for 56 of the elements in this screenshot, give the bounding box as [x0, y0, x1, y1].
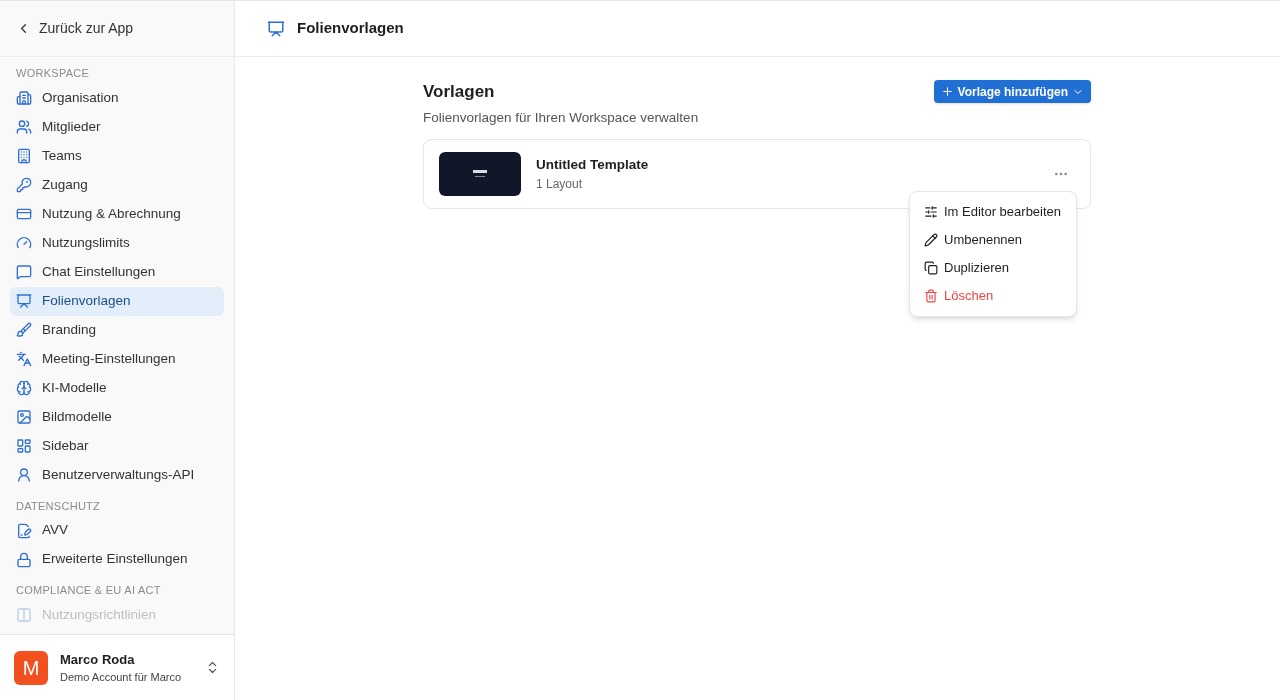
- template-meta: 1 Layout: [536, 175, 584, 193]
- presentation-icon: [16, 293, 32, 309]
- section-subtitle: Folienvorlagen für Ihren Workspace verwalten: [423, 108, 699, 127]
- nav-item[interactable]: KI-Modelle: [10, 373, 224, 403]
- nav-item[interactable]: Erweiterte Einstellungen: [10, 545, 224, 574]
- nav-item[interactable]: Meeting-Einstellungen: [10, 344, 224, 374]
- nav-item[interactable]: Bildmodelle: [10, 402, 224, 432]
- building-icon: [16, 148, 32, 164]
- plus-icon: [940, 85, 954, 98]
- brush-icon: [16, 322, 32, 338]
- card-icon: [16, 206, 32, 222]
- layout-icon: [16, 438, 32, 454]
- key-icon: [16, 177, 32, 193]
- template-name: Untitled Template: [536, 155, 650, 174]
- users-icon: [16, 119, 32, 135]
- menu-item[interactable]: Löschen: [915, 281, 1071, 310]
- section-title: Vorlagen: [423, 81, 496, 103]
- nav-item[interactable]: Sidebar: [10, 431, 224, 461]
- lock-icon: [16, 551, 32, 568]
- menu-item[interactable]: Umbenennen: [915, 225, 1071, 254]
- copy-icon: [924, 260, 938, 275]
- section-heading: DATENSCHUTZ: [15, 498, 102, 514]
- translate-icon: [16, 351, 32, 367]
- nav-item[interactable]: Nutzung & Abrechnung: [10, 199, 224, 229]
- chat-bubble-icon: [16, 264, 32, 280]
- nav-item[interactable]: Organisation: [10, 83, 224, 113]
- user-switcher[interactable]: M Marco Roda Demo Account für Marco: [0, 634, 234, 700]
- user-name: Marco Roda: [60, 650, 136, 669]
- nav-item[interactable]: Branding: [10, 315, 224, 345]
- columns-icon: [16, 607, 32, 623]
- section-heading: WORKSPACE: [15, 66, 91, 81]
- sliders-icon: [924, 204, 938, 219]
- nav-item[interactable]: Teams: [10, 141, 224, 171]
- users-icon: [16, 467, 32, 483]
- presentation-icon: [267, 19, 285, 38]
- nav-item[interactable]: AVV: [10, 516, 224, 545]
- gauge-icon: [16, 235, 32, 251]
- avatar: M: [14, 650, 48, 685]
- building-icon: [16, 90, 32, 106]
- brain-icon: [16, 380, 32, 396]
- pencil-icon: [924, 232, 938, 247]
- nav-item[interactable]: Folienvorlagen: [10, 286, 224, 316]
- nav-item[interactable]: Benutzerverwaltungs-API: [10, 460, 224, 490]
- page-title: Folienvorlagen: [297, 18, 404, 39]
- add-template-button[interactable]: Vorlage hinzufügen: [933, 80, 1091, 103]
- back-link[interactable]: Zurück zur App: [16, 18, 134, 39]
- nav-item[interactable]: Nutzungslimits: [10, 228, 224, 258]
- image-icon: [16, 409, 32, 425]
- section-heading: COMPLIANCE & EU AI ACT: [15, 583, 162, 598]
- nav-item[interactable]: Zugang: [10, 170, 224, 200]
- trash-icon: [924, 288, 938, 303]
- document-pen-icon: [16, 522, 32, 539]
- account-name: Demo Account für Marco: [60, 670, 183, 685]
- nav-item[interactable]: Mitglieder: [10, 112, 224, 142]
- nav-item[interactable]: Chat Einstellungen: [10, 257, 224, 287]
- menu-item[interactable]: Duplizieren: [915, 253, 1071, 282]
